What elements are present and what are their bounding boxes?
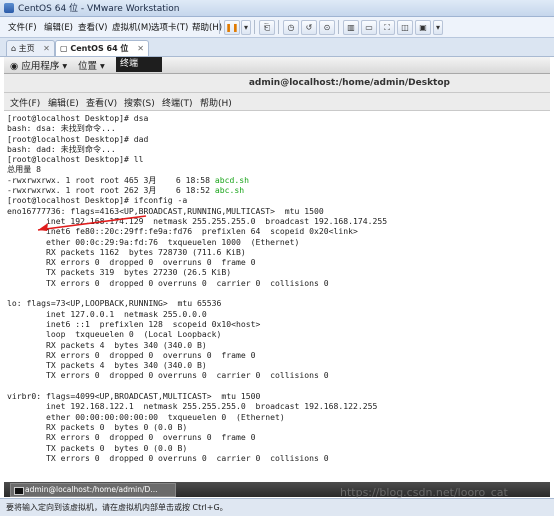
terminal-menu-terminal[interactable]: 终端(T): [162, 96, 193, 109]
terminal-menu-file[interactable]: 文件(F): [10, 96, 40, 109]
toolbar-divider: [254, 20, 255, 34]
terminal-line: lo: flags=73<UP,LOOPBACK,RUNNING> mtu 65…: [7, 298, 222, 309]
console-dropdown-icon[interactable]: ▾: [433, 20, 443, 35]
close-icon[interactable]: ✕: [137, 44, 144, 53]
terminal-line: [root@localhost Desktop]# dsa: [7, 113, 149, 123]
terminal-app-menu[interactable]: 终端: [116, 57, 162, 72]
pause-icon[interactable]: ❚❚: [224, 20, 240, 35]
close-icon[interactable]: ✕: [43, 44, 50, 53]
terminal-menu-help[interactable]: 帮助(H): [200, 96, 232, 109]
terminal-line: TX packets 0 bytes 0 (0.0 B): [7, 442, 188, 453]
terminal-menu-edit[interactable]: 编辑(E): [48, 96, 79, 109]
vmware-menu-bar: 文件(F) 编辑(E) 查看(V) 虚拟机(M) 选项卡(T) 帮助(H) ❚❚…: [0, 17, 554, 38]
applications-menu[interactable]: ◉ 应用程序 ▾: [10, 58, 67, 72]
terminal-menu-bar: 文件(F) 编辑(E) 查看(V) 搜索(S) 终端(T) 帮助(H): [4, 93, 550, 111]
applications-icon: ◉: [10, 61, 22, 72]
home-icon: ⌂: [11, 44, 19, 53]
terminal-line: TX errors 0 dropped 0 overruns 0 carrier…: [7, 277, 329, 288]
terminal-line: loop txqueuelen 0 (Local Loopback): [7, 329, 222, 340]
terminal-line: ether 00:00:00:00:00:00 txqueuelen 0 (Et…: [7, 411, 285, 422]
menu-help[interactable]: 帮助(H): [192, 21, 222, 33]
terminal-menu-view[interactable]: 查看(V): [86, 96, 117, 109]
terminal-line: 总用量 8: [7, 164, 42, 175]
vm-tab-strip: ⌂ 主页 ✕ ▢ CentOS 64 位 ✕: [0, 38, 554, 57]
vmware-app-icon: [4, 3, 14, 13]
tab-home[interactable]: ⌂ 主页 ✕: [6, 40, 55, 56]
terminal-line: [root@localhost Desktop]# dad: [7, 133, 149, 144]
vm-icon: ▢: [60, 44, 71, 53]
terminal-line: RX packets 4 bytes 340 (340.0 B): [7, 339, 207, 350]
terminal-output[interactable]: [root@localhost Desktop]# dsa bash: dsa: …: [4, 111, 550, 481]
tab-home-label: 主页: [18, 44, 35, 53]
terminal-line: inet6 ::1 prefixlen 128 scopeid 0x10<hos…: [7, 318, 261, 329]
send-ctrl-alt-del-icon[interactable]: ⎗: [259, 20, 275, 35]
terminal-line: bash: dad: 未找到命令...: [7, 143, 116, 154]
tab-centos-label: CentOS 64 位: [70, 44, 129, 53]
unity-icon[interactable]: ◫: [397, 20, 413, 35]
terminal-line: RX packets 0 bytes 0 (0.0 B): [7, 421, 188, 432]
revert-snapshot-icon[interactable]: ↺: [301, 20, 317, 35]
terminal-menu-search[interactable]: 搜索(S): [124, 96, 155, 109]
thumbnail-icon[interactable]: ▭: [361, 20, 377, 35]
window-title: CentOS 64 位 - VMware Workstation: [18, 4, 180, 14]
applications-label: 应用程序: [21, 61, 60, 72]
menu-view[interactable]: 查看(V): [78, 21, 107, 33]
ls-entry-meta: -rwxrwxrwx. 1 root root 465 3月 6 18:58: [7, 174, 215, 185]
terminal-line: inet 192.168.122.1 netmask 255.255.255.0…: [7, 401, 378, 412]
places-label: 位置: [78, 61, 98, 72]
terminal-line: TX packets 319 bytes 27230 (26.5 KiB): [7, 267, 232, 278]
menu-vm[interactable]: 虚拟机(M): [112, 21, 151, 33]
ifconfig-output: [root@localhost Desktop]# ifconfig -a eno…: [7, 195, 550, 463]
terminal-line: TX errors 0 dropped 0 overruns 0 carrier…: [7, 452, 329, 463]
terminal-title-bar: admin@localhost:/home/admin/Desktop: [4, 74, 550, 93]
terminal-line: virbr0: flags=4099<UP,BROADCAST,MULTICAS…: [7, 391, 261, 402]
ls-entry-meta: -rwxrwxrwx. 1 root root 262 3月 6 18:52: [7, 185, 215, 196]
terminal-line: RX errors 0 dropped 0 overruns 0 frame 0: [7, 257, 256, 268]
ls-entry-filename: abcd.sh: [214, 174, 250, 185]
toolbar-divider: [219, 20, 220, 34]
terminal-line: RX errors 0 dropped 0 overruns 0 frame 0: [7, 349, 256, 360]
terminal-line: TX errors 0 dropped 0 overruns 0 carrier…: [7, 370, 329, 381]
sidebar-toggle-icon[interactable]: ▥: [343, 20, 359, 35]
terminal-line: inet 127.0.0.1 netmask 255.0.0.0: [7, 308, 207, 319]
dropdown-arrow-icon[interactable]: ▾: [241, 20, 251, 35]
taskbar-terminal-item[interactable]: admin@localhost:/home/admin/D...: [10, 483, 176, 497]
toolbar-divider: [278, 20, 279, 34]
terminal-line: TX packets 4 bytes 340 (340.0 B): [7, 360, 207, 371]
tab-centos[interactable]: ▢ CentOS 64 位 ✕: [55, 40, 149, 56]
window-title-bar: CentOS 64 位 - VMware Workstation: [0, 0, 554, 17]
menu-file[interactable]: 文件(F): [8, 21, 37, 33]
annotation-arrow-icon: [37, 215, 147, 231]
fullscreen-icon[interactable]: ⛶: [379, 20, 395, 35]
gnome-top-panel: ◉ 应用程序 ▾ 位置 ▾ 终端: [4, 57, 550, 74]
terminal-line: [root@localhost Desktop]# ifconfig -a: [7, 195, 188, 206]
terminal-line: bash: dsa: 未找到命令...: [7, 123, 116, 134]
terminal-line: RX errors 0 dropped 0 overruns 0 frame 0: [7, 432, 256, 443]
menu-tabs[interactable]: 选项卡(T): [151, 21, 188, 33]
terminal-title: admin@localhost:/home/admin/Desktop: [248, 78, 450, 88]
places-menu[interactable]: 位置 ▾: [78, 58, 105, 72]
terminal-label: 终端: [120, 59, 139, 69]
snapshot-icon[interactable]: ◷: [283, 20, 299, 35]
status-text: 要将输入定向到该虚拟机，请在虚拟机内部单击或按 Ctrl+G。: [6, 503, 228, 512]
ls-entry-filename: abc.sh: [214, 185, 245, 196]
menu-edit[interactable]: 编辑(E): [44, 21, 73, 33]
terminal-line: [root@localhost Desktop]# ll: [7, 154, 144, 165]
toolbar-divider: [338, 20, 339, 34]
vmware-status-bar: 要将输入定向到该虚拟机，请在虚拟机内部单击或按 Ctrl+G。: [0, 498, 554, 516]
snapshot-manager-icon[interactable]: ⊙: [319, 20, 335, 35]
terminal-line: RX packets 1162 bytes 728730 (711.6 KiB): [7, 246, 246, 257]
ls-entry: -rwxrwxrwx. 1 root root 262 3月 6 18:52 a…: [7, 185, 550, 195]
ls-entry: -rwxrwxrwx. 1 root root 465 3月 6 18:58 a…: [7, 175, 550, 185]
console-view-icon[interactable]: ▣: [415, 20, 431, 35]
terminal-line: ether 00:0c:29:9a:fd:76 txqueuelen 1000 …: [7, 236, 300, 247]
